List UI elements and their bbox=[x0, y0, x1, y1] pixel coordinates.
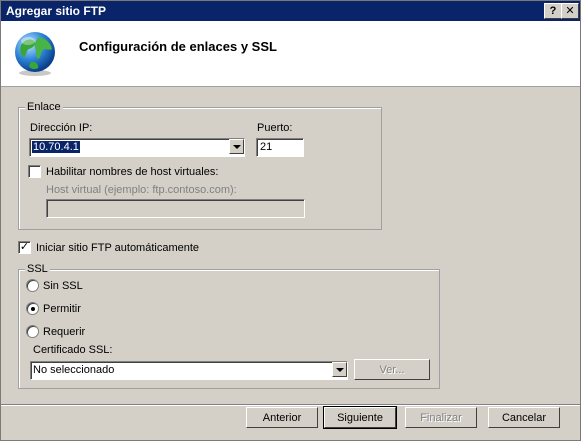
close-button[interactable]: ✕ bbox=[561, 3, 579, 19]
ssl-certificate-label: Certificado SSL: bbox=[33, 344, 113, 356]
auto-start-label: Iniciar sitio FTP automáticamente bbox=[36, 242, 200, 254]
ssl-certificate-combo[interactable]: No seleccionado bbox=[30, 361, 348, 380]
radio-allow-ssl[interactable] bbox=[26, 302, 39, 315]
virtual-host-checkbox-label: Habilitar nombres de host virtuales: bbox=[46, 166, 219, 178]
auto-start-checkbox[interactable]: ✓ bbox=[18, 241, 31, 254]
ip-address-value: 10.70.4.1 bbox=[31, 140, 81, 154]
virtual-host-checkbox[interactable] bbox=[28, 165, 41, 178]
allow-ssl-label: Permitir bbox=[43, 303, 81, 315]
chevron-down-icon[interactable] bbox=[332, 362, 347, 377]
ip-address-combo[interactable]: 10.70.4.1 bbox=[29, 138, 245, 157]
dialog-header: Configuración de enlaces y SSL bbox=[1, 21, 580, 87]
radio-require-ssl[interactable] bbox=[26, 325, 39, 338]
globe-icon bbox=[15, 32, 55, 76]
ssl-certificate-value: No seleccionado bbox=[33, 364, 115, 376]
view-certificate-button: Ver... bbox=[354, 359, 430, 380]
port-value: 21 bbox=[260, 141, 273, 153]
help-button[interactable]: ? bbox=[544, 3, 562, 19]
back-button[interactable]: Anterior bbox=[246, 407, 318, 428]
window-title: Agregar sitio FTP bbox=[6, 4, 107, 18]
binding-legend: Enlace bbox=[25, 101, 63, 113]
port-field[interactable]: 21 bbox=[256, 138, 304, 157]
radio-no-ssl[interactable] bbox=[26, 279, 39, 292]
ip-address-label: Dirección IP: bbox=[30, 122, 93, 134]
next-button[interactable]: Siguiente bbox=[323, 406, 397, 429]
require-ssl-label: Requerir bbox=[43, 326, 86, 338]
page-title: Configuración de enlaces y SSL bbox=[79, 39, 277, 54]
ssl-legend: SSL bbox=[25, 263, 50, 275]
no-ssl-label: Sin SSL bbox=[43, 280, 83, 292]
chevron-down-icon[interactable] bbox=[229, 139, 244, 154]
footer-separator bbox=[1, 404, 580, 406]
virtual-host-label: Host virtual (ejemplo: ftp.contoso.com): bbox=[46, 184, 237, 196]
virtual-host-field bbox=[46, 199, 305, 218]
cancel-button[interactable]: Cancelar bbox=[488, 407, 560, 428]
finish-button: Finalizar bbox=[405, 407, 477, 428]
port-label: Puerto: bbox=[257, 122, 293, 134]
add-ftp-site-dialog: Agregar sitio FTP ? ✕ Configuración de e… bbox=[0, 0, 581, 441]
title-bar: Agregar sitio FTP ? ✕ bbox=[1, 1, 580, 21]
